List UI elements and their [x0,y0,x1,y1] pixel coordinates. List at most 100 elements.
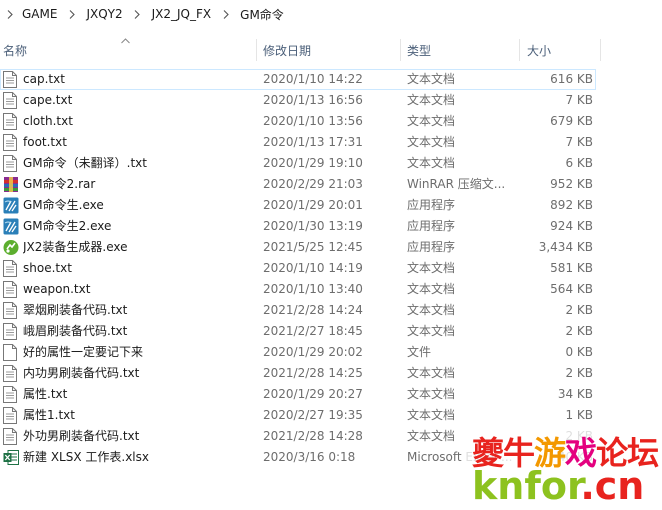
file-name: GM命令生2.exe [23,219,112,233]
file-size: 952 KB [550,177,593,191]
text-file-icon [3,92,19,109]
file-modified-date: 2021/5/25 12:45 [263,240,363,254]
column-divider[interactable] [600,39,601,61]
file-modified-date: 2020/1/10 13:40 [263,282,363,296]
file-name: GM命令生.exe [23,198,104,212]
breadcrumb-item-gm[interactable]: GM命令 [240,6,284,23]
file-name: 峨眉刷装备代码.txt [23,324,128,338]
file-size: 892 KB [550,198,593,212]
file-row[interactable]: GM命令生2.exe 2020/1/30 13:19 应用程序 924 KB [0,216,596,237]
file-size: 564 KB [550,282,593,296]
chevron-right-icon[interactable] [133,9,142,19]
column-header-size[interactable]: 大小 [527,37,597,63]
column-header-type[interactable]: 类型 [407,37,515,63]
breadcrumb-item-jxqy2[interactable]: JXQY2 [86,7,122,21]
file-name: JX2装备生成器.exe [23,240,128,254]
file-size: 679 KB [550,114,593,128]
file-row[interactable]: cape.txt 2020/1/13 16:56 文本文档 7 KB [0,90,596,111]
file-type: 文件 [407,345,432,359]
text-file-icon [3,155,19,172]
file-row[interactable]: 内功男刷装备代码.txt 2021/2/28 14:25 文本文档 2 KB [0,363,596,384]
file-size: 34 KB [557,387,593,401]
text-file-icon [3,428,19,445]
winrar-archive-icon [3,176,19,193]
file-modified-date: 2020/1/13 17:31 [263,135,363,149]
file-size: 581 KB [550,261,593,275]
file-name: GM命令（未翻译）.txt [23,156,147,170]
text-file-icon [3,281,19,298]
file-row[interactable]: JX2装备生成器.exe 2021/5/25 12:45 应用程序 3,434 KB [0,237,596,258]
text-file-icon [3,71,19,88]
file-name: weapon.txt [23,282,91,296]
column-divider[interactable] [256,39,257,61]
text-file-icon [3,302,19,319]
file-row[interactable]: foot.txt 2020/1/13 17:31 文本文档 7 KB [0,132,596,153]
file-name: shoe.txt [23,261,72,275]
watermark: 夔牛游戏论坛 knfor.cn [462,420,662,510]
file-row[interactable]: GM命令（未翻译）.txt 2020/1/29 19:10 文本文档 6 KB [0,153,596,174]
application-icon [3,197,19,214]
breadcrumb: GAME JXQY2 JX2_JQ_FX GM命令 [0,0,662,28]
file-type: 应用程序 [407,240,456,254]
text-file-icon [3,386,19,403]
file-type: 文本文档 [407,303,456,317]
file-row[interactable]: 好的属性一定要记下来 2020/1/29 20:02 文件 0 KB [0,342,596,363]
blank-file-icon [3,344,19,361]
breadcrumb-item-jx2-jq-fx[interactable]: JX2_JQ_FX [152,7,212,21]
file-row[interactable]: cloth.txt 2020/1/10 13:56 文本文档 679 KB [0,111,596,132]
file-modified-date: 2020/1/10 14:19 [263,261,363,275]
chevron-right-icon[interactable] [221,9,230,19]
file-list: cap.txt 2020/1/10 14:22 文本文档 616 KB cape.txt… [0,69,600,468]
file-name: 新建 XLSX 工作表.xlsx [23,450,149,464]
breadcrumb-item-game[interactable]: GAME [22,7,57,21]
file-size: 2 KB [565,324,593,338]
file-name: 内功男刷装备代码.txt [23,366,140,380]
file-modified-date: 2020/1/29 20:27 [263,387,363,401]
file-type: 文本文档 [407,156,456,170]
file-modified-date: 2021/2/28 14:28 [263,429,363,443]
file-name: 属性1.txt [23,408,75,422]
file-modified-date: 2020/1/29 20:01 [263,198,363,212]
file-name: 好的属性一定要记下来 [23,345,144,359]
file-size: 6 KB [565,156,593,170]
file-name: GM命令2.rar [23,177,96,191]
file-type: 文本文档 [407,261,456,275]
file-row[interactable]: 翠烟刷装备代码.txt 2021/2/28 14:24 文本文档 2 KB [0,300,596,321]
file-modified-date: 2021/2/28 14:24 [263,303,363,317]
file-name: 翠烟刷装备代码.txt [23,303,128,317]
column-divider[interactable] [400,39,401,61]
application-icon [3,218,19,235]
column-divider[interactable] [519,39,520,61]
file-modified-date: 2021/2/27 18:45 [263,324,363,338]
file-modified-date: 2020/1/13 16:56 [263,93,363,107]
file-type: 文本文档 [407,324,456,338]
file-size: 3,434 KB [538,240,593,254]
column-header-name[interactable]: 名称 [3,37,255,63]
file-row[interactable]: cap.txt 2020/1/10 14:22 文本文档 616 KB [0,69,596,90]
chevron-right-icon[interactable] [67,9,76,19]
file-size: 2 KB [565,366,593,380]
column-header-date[interactable]: 修改日期 [263,37,399,63]
file-name: 外功男刷装备代码.txt [23,429,140,443]
file-row[interactable]: weapon.txt 2020/1/10 13:40 文本文档 564 KB [0,279,596,300]
file-name: 属性.txt [23,387,68,401]
file-row[interactable]: 峨眉刷装备代码.txt 2021/2/27 18:45 文本文档 2 KB [0,321,596,342]
file-type: 文本文档 [407,387,456,401]
file-modified-date: 2020/1/30 13:19 [263,219,363,233]
file-name: cap.txt [23,72,65,86]
text-file-icon [3,323,19,340]
chevron-right-icon[interactable] [5,9,14,19]
file-type: 文本文档 [407,282,456,296]
file-modified-date: 2020/3/16 0:18 [263,450,356,464]
file-row[interactable]: 属性.txt 2020/1/29 20:27 文本文档 34 KB [0,384,596,405]
file-row[interactable]: GM命令2.rar 2020/2/29 21:03 WinRAR 压缩文... 952… [0,174,596,195]
file-row[interactable]: shoe.txt 2020/1/10 14:19 文本文档 581 KB [0,258,596,279]
file-row[interactable]: GM命令生.exe 2020/1/29 20:01 应用程序 892 KB [0,195,596,216]
file-type: 文本文档 [407,93,456,107]
file-size: 2 KB [565,303,593,317]
file-modified-date: 2021/2/28 14:25 [263,366,363,380]
file-name: cape.txt [23,93,73,107]
file-type: 文本文档 [407,72,456,86]
column-header-row: 名称 修改日期 类型 大小 [0,37,602,63]
watermark-domain: knfor.cn [472,464,645,508]
